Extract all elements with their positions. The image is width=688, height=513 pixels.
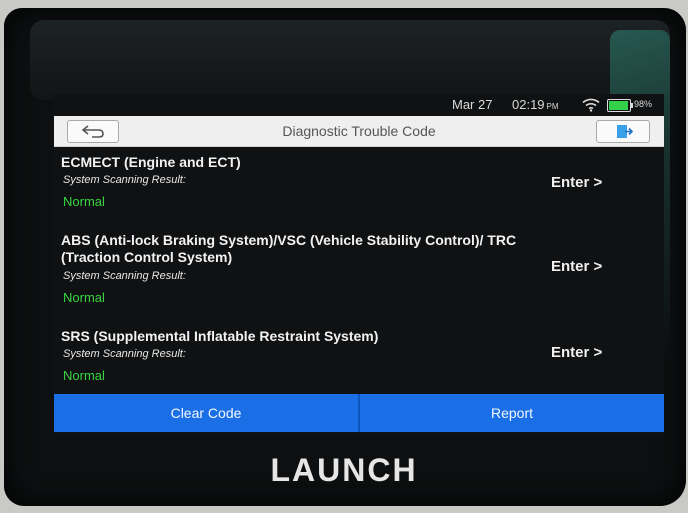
system-name: ABS (Anti-lock Braking System)/VSC (Vehi…	[61, 232, 517, 265]
scan-result-label: System Scanning Result:	[63, 348, 186, 360]
system-item-ecmect[interactable]: ECMECT (Engine and ECT) System Scanning …	[54, 154, 664, 214]
system-name: SRS (Supplemental Inflatable Restraint S…	[61, 328, 379, 344]
enter-button[interactable]: Enter >	[551, 258, 602, 275]
brand-logo: LAUNCH	[270, 452, 418, 488]
status-normal: Normal	[63, 194, 105, 209]
status-date: Mar 27	[452, 97, 493, 112]
system-name: ECMECT (Engine and ECT)	[61, 154, 241, 170]
status-normal: Normal	[63, 368, 105, 383]
action-bar: Clear Code Report	[54, 394, 664, 432]
system-item-srs[interactable]: SRS (Supplemental Inflatable Restraint S…	[54, 328, 664, 388]
clear-code-button[interactable]: Clear Code	[54, 394, 358, 432]
status-time: 02:19 PM	[512, 97, 559, 112]
battery-nub	[631, 103, 633, 108]
title-bar: Diagnostic Trouble Code	[54, 116, 664, 147]
status-bar: Mar 27 02:19 PM 98%	[54, 94, 664, 116]
wifi-icon	[582, 98, 600, 112]
report-button[interactable]: Report	[360, 394, 664, 432]
device-bezel	[30, 20, 670, 100]
exit-button[interactable]	[596, 120, 650, 143]
enter-button[interactable]: Enter >	[551, 344, 602, 361]
device-screen: Mar 27 02:19 PM 98% Diagnostic Trouble Co…	[54, 94, 664, 436]
scan-result-label: System Scanning Result:	[63, 174, 186, 186]
status-normal: Normal	[63, 290, 105, 305]
system-item-abs[interactable]: ABS (Anti-lock Braking System)/VSC (Vehi…	[54, 232, 664, 310]
page-title: Diagnostic Trouble Code	[282, 123, 436, 139]
enter-button[interactable]: Enter >	[551, 174, 602, 191]
battery-icon	[607, 99, 633, 112]
status-clock: 02:19	[512, 97, 545, 112]
status-ampm: PM	[546, 102, 559, 111]
battery-percent: 98%	[634, 99, 653, 109]
exit-icon	[617, 125, 634, 138]
scan-result-label: System Scanning Result:	[63, 270, 186, 282]
battery-fill	[609, 101, 629, 110]
